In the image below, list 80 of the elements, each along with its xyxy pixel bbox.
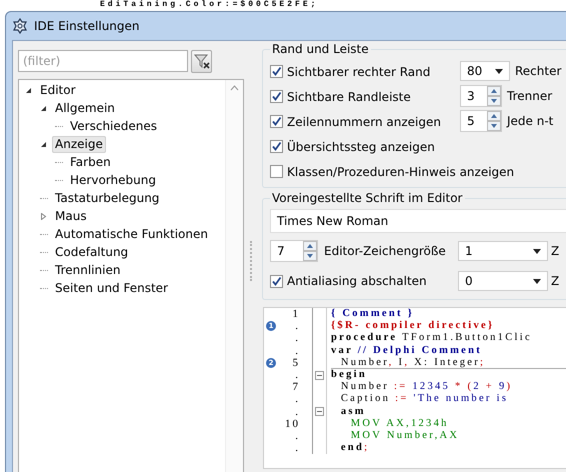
tree-item[interactable]: Editor [37,82,79,98]
checkbox-label: Sichtbare Randleiste [287,90,411,104]
checkbox[interactable] [270,90,283,103]
checkbox[interactable] [270,274,283,288]
checkbox-label: Antialiasing abschalten [287,274,427,288]
combo-box[interactable]: 1 [458,241,548,261]
checkbox-label: Zeilennummern anzeigen [287,114,441,128]
code-line: begin [331,368,368,382]
spin-arrows-icon[interactable] [487,111,501,131]
code-line: {$R- compiler directive} [331,320,496,332]
tree-item[interactable]: Farben [67,154,114,170]
control-label: Trenner [507,89,552,103]
spin-box[interactable]: 5 [460,110,502,132]
line-number: 7 [292,381,301,394]
line-number: . [294,320,301,332]
line-number: . [294,393,301,406]
code-line: var // Delphi Comment [331,344,484,357]
spin-arrows-icon[interactable] [487,86,501,106]
tree-item[interactable]: Codefaltung [52,244,132,260]
spin-arrows-icon[interactable] [303,241,317,261]
tree-item[interactable]: Allgemein [52,100,118,116]
line-number: . [294,368,301,382]
tree-item[interactable]: Anzeige [52,136,106,152]
font-combo-box[interactable]: Times New Roman [270,209,566,233]
line-number: 5 [292,356,301,369]
fold-icon[interactable] [315,370,324,380]
tree-item[interactable]: Hervorhebung [67,172,159,188]
tree-item[interactable]: Trennlinien [52,262,124,278]
code-line: Caption := 'The number is [340,393,510,406]
line-number: . [294,442,301,454]
tree-item[interactable]: Tastaturbelegung [52,190,162,206]
line-number: . [294,430,301,442]
combo-box[interactable]: 80 [460,61,510,81]
dropdown-arrow-icon [533,248,541,254]
expanded-triangle-icon[interactable] [40,140,47,148]
group-title: Voreingestellte Schrift im Editor [271,191,464,205]
code-line: end; [340,442,370,454]
dropdown-arrow-icon [495,68,503,74]
checkbox-label: Sichtbarer rechter Rand [287,64,430,78]
checkbox[interactable] [270,165,283,178]
line-number: 10 [284,418,301,430]
expanded-triangle-icon[interactable] [40,104,47,112]
code-line: Number, I, X: Integer; [331,356,566,369]
tree-item[interactable]: Verschiedenes [67,118,160,134]
control-label: Rechter [515,64,562,78]
code-line: MOV Number,AX [350,430,460,442]
code-line: { Comment } [331,308,416,320]
group-title: Rand und Leiste [271,42,370,56]
control-label: Z [551,244,560,258]
tree-item[interactable]: Maus [52,208,90,224]
dropdown-arrow-icon [533,278,541,284]
code-line: MOV AX,1234h [350,418,450,430]
combo-box[interactable]: 0 [458,271,548,291]
line-number: . [294,406,301,418]
checkbox[interactable] [270,140,283,153]
window-title: IDE Einstellungen [34,18,140,32]
fold-icon[interactable] [315,407,324,416]
code-line: asm [340,406,367,418]
checkbox-label: Übersichtssteg anzeigen [287,140,435,154]
line-number: . [294,332,301,345]
line-number: . [294,344,301,357]
app-icon [12,18,28,34]
clear-filter-button[interactable] [191,50,212,72]
background-code: EdiTaining.Color:=$00C5E2FE; [100,0,318,10]
filter-field[interactable]: (filter) [18,50,188,72]
checkbox[interactable] [270,115,283,128]
control-label: Z [551,274,560,288]
code-line: procedure TForm1.Button1Clic [331,332,533,345]
code-line: Number := 12345 * (2 + 9) [340,381,514,394]
line-number: 1 [292,308,301,320]
spin-box[interactable]: 3 [460,85,502,107]
expanded-triangle-icon[interactable] [25,86,32,94]
checkbox-label: Klassen/Prozeduren-Hinweis anzeigen [287,164,514,178]
tree-item[interactable]: Seiten und Fenster [52,280,171,296]
checkbox[interactable] [270,65,283,78]
collapsed-triangle-icon[interactable] [40,212,47,220]
spin-box[interactable]: 7 [270,240,318,262]
control-label: Jede n-t [507,114,554,128]
tree-item[interactable]: Automatische Funktionen [52,226,211,242]
control-label: Editor-Zeichengröße [323,244,447,258]
